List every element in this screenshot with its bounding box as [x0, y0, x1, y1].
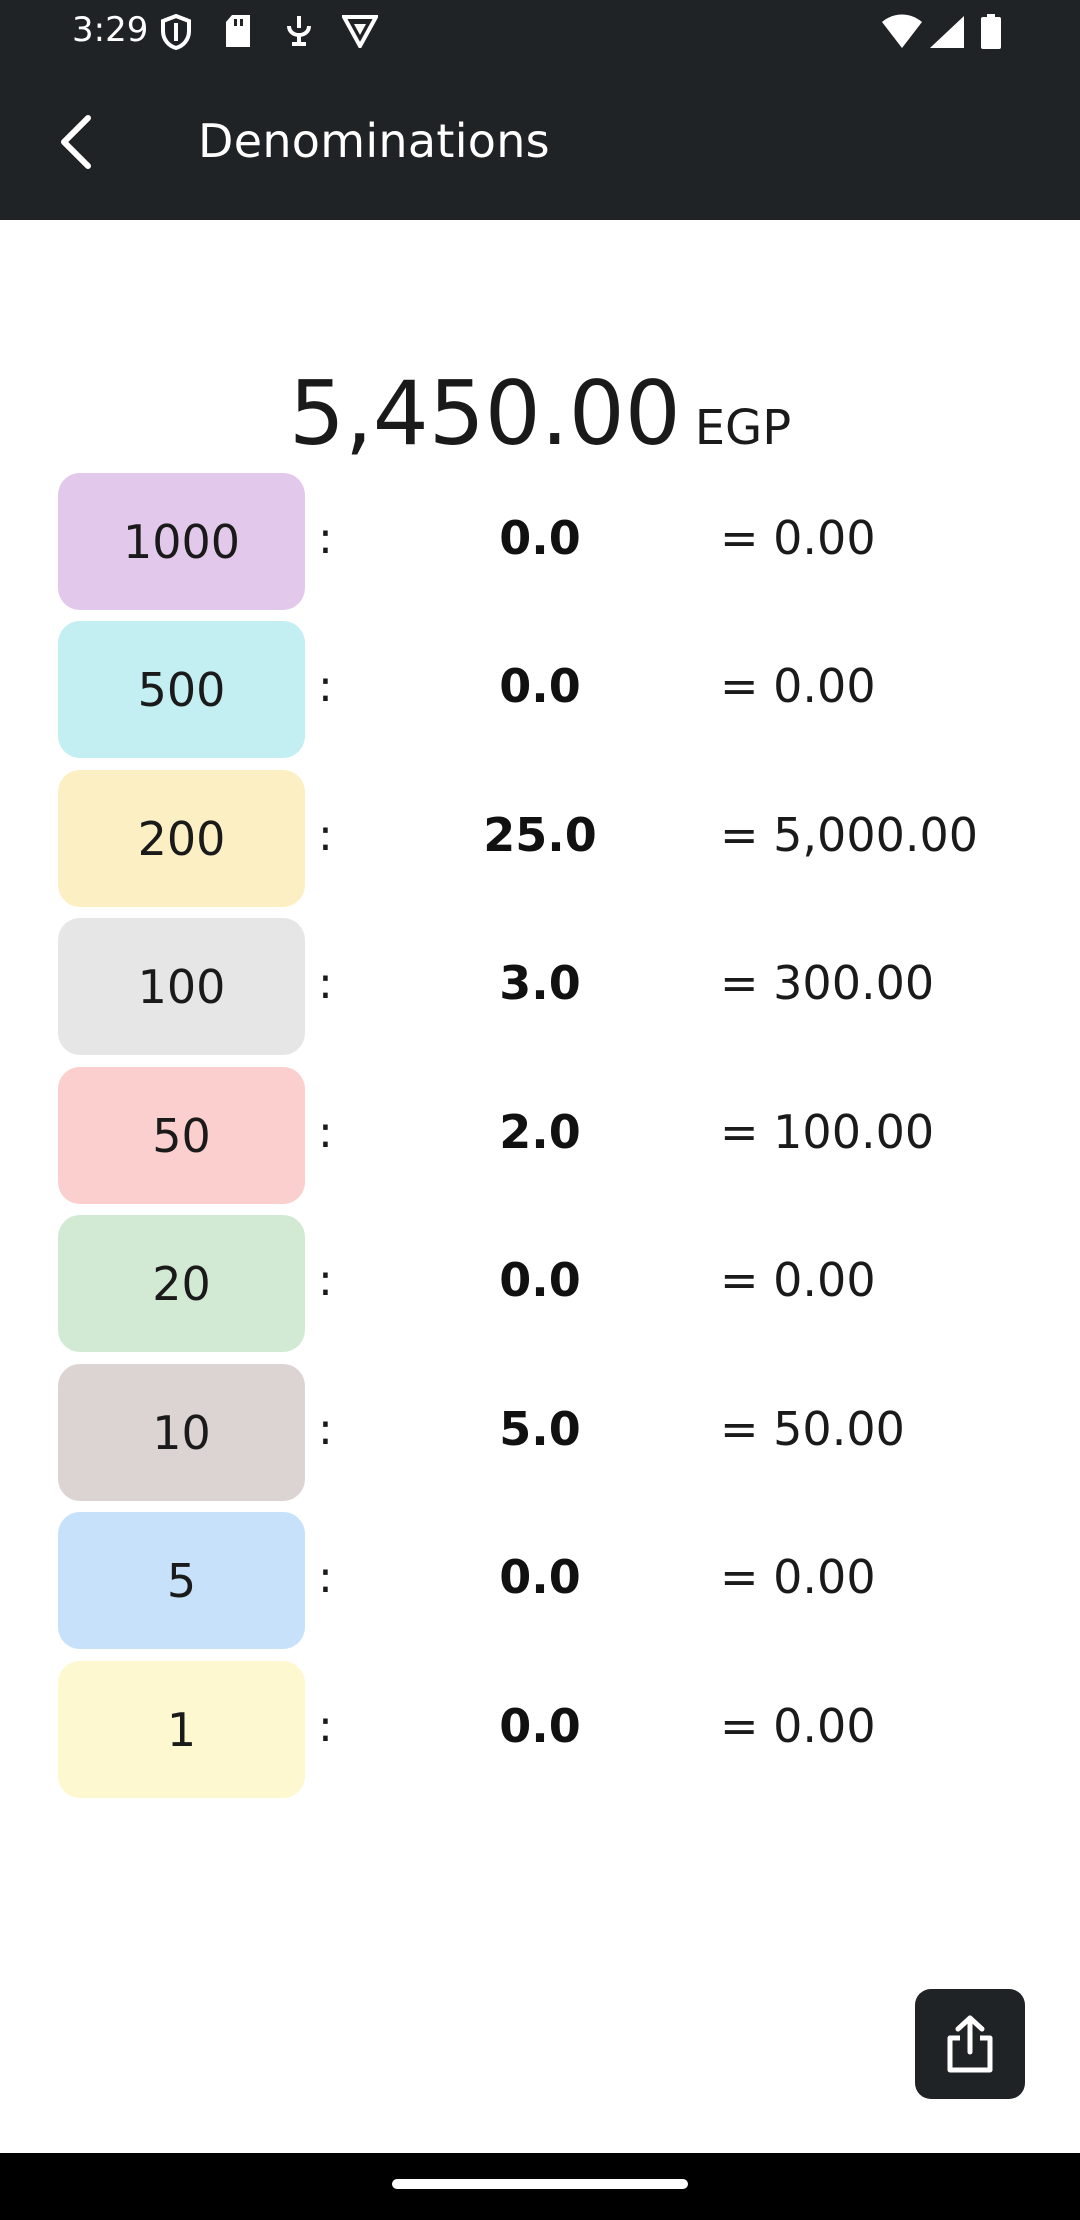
home-indicator[interactable] [392, 2179, 688, 2189]
navigation-bar [0, 2153, 1080, 2220]
usb-debug-icon [284, 14, 314, 48]
total-display: 5,450.00 EGP [0, 362, 1080, 465]
denomination-count[interactable]: 0.0 [440, 1699, 640, 1753]
share-icon [947, 2015, 993, 2073]
denomination-chip[interactable]: 20 [58, 1215, 305, 1352]
denomination-chip[interactable]: 1 [58, 1661, 305, 1798]
denomination-count[interactable]: 0.0 [440, 1550, 640, 1604]
denomination-count[interactable]: 0.0 [440, 1253, 640, 1307]
denomination-count[interactable]: 3.0 [440, 956, 640, 1010]
sd-card-icon [224, 14, 252, 48]
denomination-count[interactable]: 0.0 [440, 659, 640, 713]
denomination-chip[interactable]: 100 [58, 918, 305, 1055]
screen: 3:29 Denominations 5,450.00 EGP 1000: 0… [0, 0, 1080, 2220]
denomination-chip[interactable]: 10 [58, 1364, 305, 1501]
separator: : [318, 1552, 333, 1603]
total-currency: EGP [694, 400, 792, 456]
denomination-chip[interactable]: 1000 [58, 473, 305, 610]
chevron-left-icon [61, 115, 91, 169]
denomination-chip[interactable]: 200 [58, 770, 305, 907]
denomination-row: 50 : 2.0 = 100.00 [0, 1067, 1080, 1205]
vpn-icon [342, 14, 378, 48]
back-button[interactable] [38, 104, 114, 180]
separator: : [318, 1404, 333, 1455]
denomination-subtotal: = 0.00 [720, 1253, 876, 1307]
denomination-subtotal: = 300.00 [720, 956, 935, 1010]
denomination-count[interactable]: 25.0 [440, 808, 640, 862]
denomination-chip[interactable]: 5 [58, 1512, 305, 1649]
denomination-count[interactable]: 5.0 [440, 1402, 640, 1456]
total-amount: 5,450.00 [288, 362, 681, 465]
denomination-subtotal: = 0.00 [720, 511, 876, 565]
denomination-subtotal: = 0.00 [720, 1699, 876, 1753]
denomination-row: 20 : 0.0 = 0.00 [0, 1215, 1080, 1353]
denomination-row: 200 : 25.0 = 5,000.00 [0, 770, 1080, 908]
battery-icon [980, 14, 1002, 50]
signal-icon [928, 14, 966, 50]
denomination-subtotal: = 50.00 [720, 1402, 905, 1456]
separator: : [318, 1701, 333, 1752]
separator: : [318, 958, 333, 1009]
denomination-subtotal: = 0.00 [720, 659, 876, 713]
denomination-row: 100 : 3.0 = 300.00 [0, 918, 1080, 1056]
denomination-subtotal: = 0.00 [720, 1550, 876, 1604]
page-title: Denominations [198, 114, 550, 168]
denomination-count[interactable]: 2.0 [440, 1105, 640, 1159]
separator: : [318, 1107, 333, 1158]
separator: : [318, 1255, 333, 1306]
denomination-subtotal: = 5,000.00 [720, 808, 979, 862]
denomination-row: 5 : 0.0 = 0.00 [0, 1512, 1080, 1650]
shield-icon [160, 14, 192, 50]
denomination-row: 500 : 0.0 = 0.00 [0, 621, 1080, 759]
denomination-subtotal: = 100.00 [720, 1105, 935, 1159]
denomination-chip[interactable]: 50 [58, 1067, 305, 1204]
share-button[interactable] [915, 1989, 1025, 2099]
status-time: 3:29 [72, 10, 149, 50]
denomination-count[interactable]: 0.0 [440, 511, 640, 565]
app-bar: Denominations [0, 64, 1080, 220]
denomination-row: 10 : 5.0 = 50.00 [0, 1364, 1080, 1502]
separator: : [318, 661, 333, 712]
denomination-row: 1000 : 0.0 = 0.00 [0, 473, 1080, 611]
wifi-icon [880, 14, 924, 50]
denomination-row: 1 : 0.0 = 0.00 [0, 1661, 1080, 1799]
separator: : [318, 810, 333, 861]
separator: : [318, 513, 333, 564]
status-bar: 3:29 [0, 0, 1080, 64]
denomination-chip[interactable]: 500 [58, 621, 305, 758]
